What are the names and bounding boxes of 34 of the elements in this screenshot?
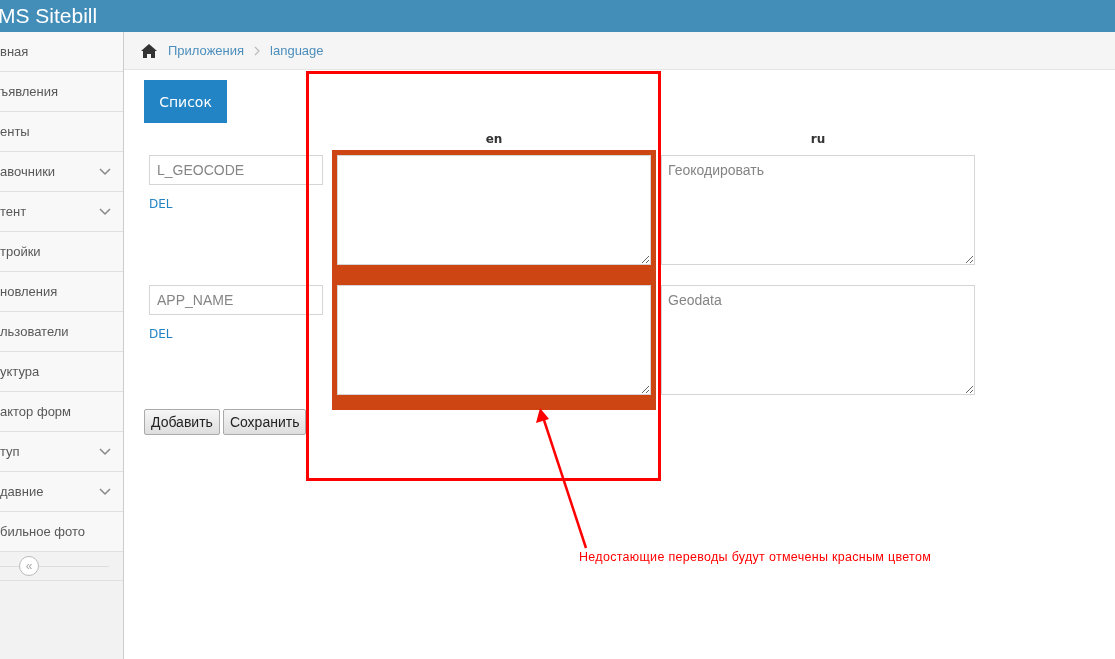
sidebar-item[interactable]: давние: [0, 472, 123, 512]
annotation-text: Недостающие переводы будут отмечены красным цветом: [579, 550, 932, 564]
sidebar-item[interactable]: енты: [0, 112, 123, 152]
chevron-right-icon: [254, 45, 261, 56]
sidebar-item[interactable]: туп: [0, 432, 123, 472]
sidebar-item[interactable]: льзователи: [0, 312, 123, 352]
sidebar-item[interactable]: ъявления: [0, 72, 123, 112]
sidebar-item[interactable]: актор форм: [0, 392, 123, 432]
chevron-down-icon: [99, 167, 111, 176]
chevron-down-icon: [99, 487, 111, 496]
translation-field[interactable]: [337, 155, 651, 265]
sidebar-item[interactable]: вная: [0, 32, 123, 72]
sidebar-item[interactable]: уктура: [0, 352, 123, 392]
delete-link[interactable]: DEL: [149, 327, 327, 341]
list-button[interactable]: Список: [144, 80, 227, 123]
form-button[interactable]: Добавить: [144, 409, 220, 435]
delete-link[interactable]: DEL: [149, 197, 327, 211]
key-field[interactable]: L_GEOCODE: [149, 155, 323, 185]
sidebar-item[interactable]: новления: [0, 272, 123, 312]
key-field[interactable]: APP_NAME: [149, 285, 323, 315]
translation-field[interactable]: Геокодировать: [661, 155, 975, 265]
form-button[interactable]: Сохранить: [222, 409, 307, 435]
column-header: ru: [809, 132, 827, 146]
sidebar-item[interactable]: бильное фото: [0, 512, 123, 552]
chevron-down-icon: [99, 207, 111, 216]
chevron-down-icon: [99, 447, 111, 456]
sidebar-item[interactable]: авочники: [0, 152, 123, 192]
home-icon[interactable]: [140, 42, 158, 59]
translation-field[interactable]: Geodata: [661, 285, 975, 395]
translation-field[interactable]: [337, 285, 651, 395]
column-header: en: [484, 132, 504, 146]
sidebar-item[interactable]: тент: [0, 192, 123, 232]
sidebar-item[interactable]: тройки: [0, 232, 123, 272]
app-title: MS Sitebill: [0, 4, 98, 28]
